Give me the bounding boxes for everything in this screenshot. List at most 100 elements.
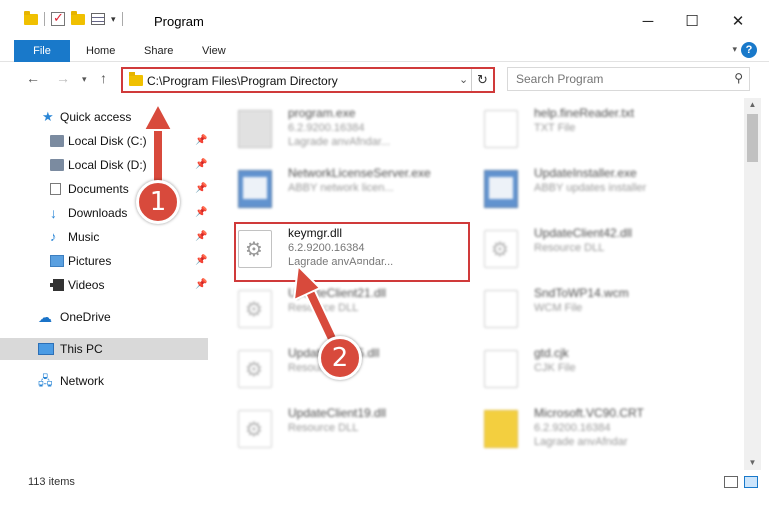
file-detail: ABBY network licen...: [288, 182, 394, 194]
checkmark-icon[interactable]: [51, 10, 65, 26]
new-folder-icon[interactable]: [71, 10, 85, 25]
gear-icon: [238, 410, 272, 448]
file-item[interactable]: Microsoft.VC90.CRT 6.2.9200.16384 Lagrad…: [474, 402, 714, 456]
file-list: program.exe 6.2.9200.16384 Lagrade anvAf…: [212, 98, 744, 470]
nav-item-label: Local Disk (C:): [68, 134, 147, 148]
file-name: NetworkLicenseServer.exe: [288, 166, 431, 180]
file-name: program.exe: [288, 106, 356, 120]
pin-icon: 📌: [195, 207, 208, 218]
tiles-view-icon[interactable]: [744, 476, 758, 488]
maximize-button[interactable]: ☐: [672, 10, 712, 34]
gear-icon: [238, 350, 272, 388]
file-item[interactable]: UpdateInstaller.exe ABBY updates install…: [474, 162, 714, 216]
file-detail: Lagrade anvAfndar: [534, 436, 628, 448]
videos-icon: [50, 279, 64, 291]
search-box[interactable]: ⚲: [507, 67, 750, 91]
gear-icon: [484, 230, 518, 268]
help-icon[interactable]: ?: [741, 42, 757, 58]
customize-toolbar-icon[interactable]: ▾: [111, 14, 116, 25]
nav-item-label: Videos: [68, 278, 105, 292]
folder-icon: [484, 410, 518, 448]
pin-icon: 📌: [195, 231, 208, 242]
file-item[interactable]: help.fineReader.txt TXT File: [474, 102, 714, 156]
file-detail: Lagrade anvAfndar...: [288, 136, 391, 148]
pin-icon: 📌: [195, 255, 208, 266]
gear-icon: [238, 290, 272, 328]
status-bar: 113 items: [0, 470, 769, 510]
file-name: Microsoft.VC90.CRT: [534, 406, 644, 420]
nav-item-local-disk-d[interactable]: Local Disk (D:) 📌: [0, 154, 208, 176]
scroll-up-icon[interactable]: ▲: [744, 98, 761, 112]
tab-file[interactable]: File: [14, 40, 70, 62]
computer-icon: [38, 343, 54, 355]
nav-item-label: Documents: [68, 182, 129, 196]
exe-icon: [238, 110, 272, 148]
details-view-icon[interactable]: [724, 476, 738, 488]
scroll-down-icon[interactable]: ▼: [744, 456, 761, 470]
cloud-icon: ☁: [38, 309, 52, 325]
file-item[interactable]: NetworkLicenseServer.exe ABBY network li…: [228, 162, 468, 216]
address-bar[interactable]: C:\Program Files\Program Directory ⌄ ↻: [121, 67, 495, 93]
file-name: gtd.cjk: [534, 346, 569, 360]
search-input[interactable]: [516, 72, 716, 86]
nav-item-music[interactable]: ♪ Music 📌: [0, 226, 208, 248]
nav-item-onedrive[interactable]: ☁ OneDrive: [0, 306, 208, 328]
music-icon: ♪: [50, 229, 57, 244]
back-icon[interactable]: ←: [26, 70, 40, 86]
file-item[interactable]: UpdateClient21.dll Resource DLL: [228, 282, 468, 336]
file-detail: Resource DLL: [534, 242, 605, 254]
pin-icon: 📌: [195, 183, 208, 194]
nav-item-label: Network: [60, 374, 105, 388]
vertical-scrollbar[interactable]: ▲ ▼: [744, 98, 761, 470]
nav-item-local-disk-c[interactable]: Local Disk (C:) 📌: [0, 130, 208, 152]
tab-share[interactable]: Share: [134, 40, 183, 62]
disk-icon: [50, 159, 64, 171]
nav-item-this-pc[interactable]: This PC: [0, 338, 208, 360]
file-item[interactable]: SndToWP14.wcm WCM File: [474, 282, 714, 336]
tab-view[interactable]: View: [192, 40, 236, 62]
minimize-button[interactable]: ─: [628, 10, 668, 34]
step-2-badge: 2: [318, 336, 362, 380]
network-icon: 🖧: [38, 373, 53, 388]
folder-icon: [129, 72, 143, 86]
file-item[interactable]: program.exe 6.2.9200.16384 Lagrade anvAf…: [228, 102, 468, 156]
item-count: 113 items: [28, 476, 75, 488]
search-icon[interactable]: ⚲: [734, 71, 743, 85]
nav-item-label: Downloads: [68, 206, 128, 220]
file-detail: TXT File: [534, 122, 576, 134]
scrollbar-thumb[interactable]: [747, 114, 758, 162]
file-item[interactable]: UpdateClient19.dll Resource DLL: [228, 402, 468, 456]
window-title: Program: [154, 14, 204, 29]
chevron-down-icon[interactable]: ▾: [732, 44, 737, 55]
recent-locations-icon[interactable]: ▾: [82, 74, 87, 85]
highlight-box: [234, 222, 470, 282]
title-bar: ▾ Program ─ ☐ ✕: [0, 0, 769, 40]
up-icon[interactable]: ↑: [100, 70, 107, 86]
forward-icon[interactable]: →: [56, 70, 70, 86]
nav-item-pictures[interactable]: Pictures 📌: [0, 250, 208, 272]
file-detail: CJK File: [534, 362, 576, 374]
file-detail: 6.2.9200.16384: [534, 422, 611, 434]
tab-home[interactable]: Home: [76, 40, 125, 62]
nav-item-videos[interactable]: Videos 📌: [0, 274, 208, 296]
toolbar-separator: [44, 12, 45, 26]
close-button[interactable]: ✕: [718, 10, 758, 34]
file-item[interactable]: gtd.cjk CJK File: [474, 342, 714, 396]
refresh-icon[interactable]: ↻: [471, 69, 493, 91]
star-icon: ★: [42, 109, 54, 124]
properties-icon[interactable]: [91, 13, 105, 25]
file-item[interactable]: UpdateClient42.dll Resource DLL: [474, 222, 714, 276]
file-detail: Resource DLL: [288, 422, 359, 434]
chevron-down-icon[interactable]: ⌄: [459, 73, 468, 86]
quick-access-toolbar: ▾: [24, 10, 123, 26]
nav-item-label: Pictures: [68, 254, 112, 268]
pin-icon: 📌: [195, 135, 208, 146]
address-path[interactable]: C:\Program Files\Program Directory: [147, 74, 338, 88]
pin-icon: 📌: [195, 279, 208, 290]
file-name: UpdateClient21.dll: [288, 286, 387, 300]
navigation-pane: ★ Quick access Local Disk (C:) 📌 Local D…: [0, 98, 210, 470]
nav-item-quick-access[interactable]: ★ Quick access: [0, 106, 208, 128]
nav-item-network[interactable]: 🖧 Network: [0, 370, 208, 392]
page-icon: [484, 110, 518, 148]
file-name: UpdateInstaller.exe: [534, 166, 637, 180]
